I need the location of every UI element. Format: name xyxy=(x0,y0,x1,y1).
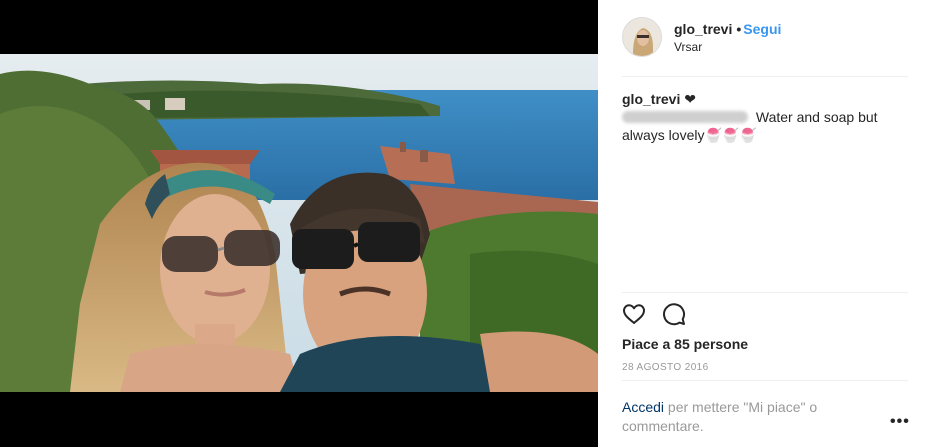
caption-username[interactable]: glo_trevi xyxy=(622,91,680,107)
divider xyxy=(622,292,908,293)
login-link[interactable]: Accedi xyxy=(622,399,664,415)
login-prompt: Accedi per mettere "Mi piace" o commenta… xyxy=(622,398,842,436)
location-link[interactable]: Vrsar xyxy=(674,40,702,54)
post-date: 28 AGOSTO 2016 xyxy=(622,362,709,373)
heart-emoji: ❤ xyxy=(684,91,696,107)
blurred-mention xyxy=(622,111,748,123)
separator-dot: • xyxy=(736,21,742,37)
heart-outline-icon[interactable] xyxy=(622,302,648,328)
photo-panel xyxy=(0,0,598,447)
shaved-ice-emoji: 🍧🍧🍧 xyxy=(704,127,757,143)
post-sidebar: glo_trevi • Segui Vrsar glo_trevi ❤ Water … xyxy=(598,0,933,447)
caption: glo_trevi ❤ Water and soap but always lo… xyxy=(622,90,902,144)
post-author: glo_trevi • Segui xyxy=(674,21,781,37)
divider xyxy=(622,380,908,381)
post-photo[interactable] xyxy=(0,54,598,392)
username-link[interactable]: glo_trevi xyxy=(674,21,732,37)
speech-bubble-icon[interactable] xyxy=(662,302,688,328)
likes-count[interactable]: Piace a 85 persone xyxy=(622,336,748,352)
avatar[interactable] xyxy=(622,17,662,57)
more-options-icon[interactable]: ••• xyxy=(890,413,910,431)
divider xyxy=(622,76,908,77)
follow-button[interactable]: Segui xyxy=(743,21,781,37)
